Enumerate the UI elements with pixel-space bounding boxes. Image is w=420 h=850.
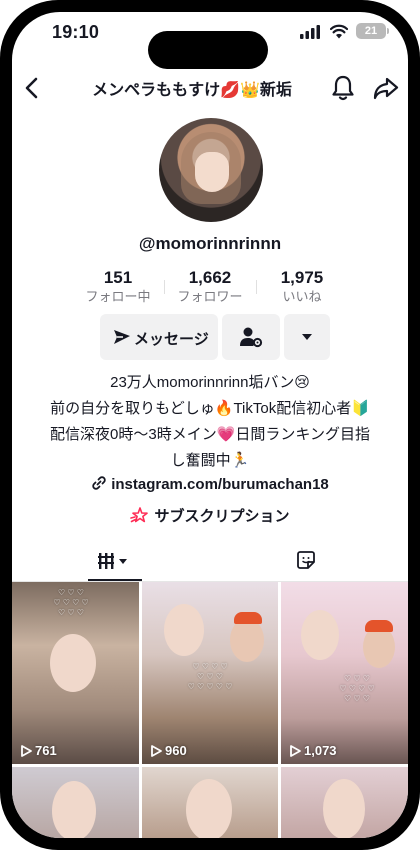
wifi-icon	[330, 24, 348, 39]
video-grid: ♡ ♡ ♡ ♡ ♡ ♡ ♡ ♡ ♡ ♡ 761 ♡ ♡ ♡ ♡ ♡ ♡ ♡ ♡ ♡ ♡ …	[12, 582, 408, 838]
cellular-signal-icon	[300, 25, 320, 39]
play-icon	[151, 745, 162, 757]
friend-settings-button[interactable]	[222, 314, 280, 360]
profile-bio: 23万人momorinnrinn垢バン😢 前の自分を取りもどしゅ🔥TikTok配…	[32, 370, 388, 474]
view-count: 1,073	[289, 743, 337, 758]
profile-link-text: instagram.com/burumachan18	[111, 476, 329, 493]
stat-following[interactable]: 151 フォロー中	[72, 268, 164, 306]
video-thumbnail[interactable]	[142, 767, 278, 838]
stat-followers[interactable]: 1,662 フォロワー	[164, 268, 256, 306]
repost-icon[interactable]	[294, 548, 318, 572]
thumbnail-face	[164, 604, 204, 656]
view-count-value: 960	[165, 743, 187, 758]
thumbnail-face	[301, 610, 339, 660]
user-settings-icon	[240, 327, 263, 348]
thumbnail-caption-overlay: ♡ ♡ ♡ ♡ ♡ ♡ ♡ ♡ ♡ ♡	[339, 674, 375, 703]
view-count-value: 1,073	[304, 743, 337, 758]
link-icon	[92, 476, 106, 490]
view-count-value: 761	[35, 743, 57, 758]
subscription-star-icon	[130, 507, 149, 523]
message-button-label: メッセージ	[134, 331, 209, 348]
bell-icon[interactable]	[330, 74, 356, 102]
thumbnail-caption-overlay: ♡ ♡ ♡ ♡ ♡ ♡ ♡ ♡ ♡ ♡ ♡ ♡	[187, 662, 233, 691]
thumbnail-face	[186, 779, 232, 838]
stat-value: 151	[103, 268, 133, 287]
thumbnail-face	[52, 781, 96, 838]
stat-label: いいね	[282, 289, 322, 304]
thumbnail-cap	[234, 612, 262, 624]
play-icon	[21, 745, 32, 757]
active-tab-indicator	[88, 579, 142, 581]
bio-line: 配信深夜0時〜3時メイン💗日間ランキング目指	[50, 426, 370, 443]
dynamic-island	[148, 31, 268, 69]
profile-link[interactable]: instagram.com/burumachan18	[12, 475, 408, 493]
subscription-label: サブスクリプション	[154, 508, 290, 525]
share-arrow-icon[interactable]	[372, 74, 400, 102]
subscription-link[interactable]: サブスクリプション	[12, 505, 408, 526]
username: @momorinnrinnn	[138, 234, 282, 253]
caret-down-icon	[302, 334, 312, 340]
status-bar: 19:10 21	[12, 12, 408, 69]
page-title: メンペラももすけ💋👑新垢	[92, 82, 292, 99]
bio-line: し奮闘中🏃	[170, 452, 250, 469]
video-thumbnail[interactable]: ♡ ♡ ♡ ♡ ♡ ♡ ♡ ♡ ♡ ♡ 761	[12, 582, 139, 764]
bio-line: 前の自分を取りもどしゅ🔥TikTok配信初心者🔰	[50, 400, 370, 417]
video-thumbnail[interactable]	[12, 767, 139, 838]
video-thumbnail[interactable]: ♡ ♡ ♡ ♡ ♡ ♡ ♡ ♡ ♡ ♡ 1,073	[281, 582, 408, 764]
thumbnail-face	[50, 634, 96, 692]
bio-line: 23万人momorinnrinn垢バン😢	[110, 374, 310, 391]
status-time: 19:10	[52, 22, 100, 42]
phone-frame: 19:10 21 メンペラももすけ💋👑新垢 @momorinnrinnn 151…	[0, 0, 420, 850]
videos-grid-icon	[98, 553, 127, 569]
thumbnail-caption-overlay: ♡ ♡ ♡ ♡ ♡ ♡ ♡ ♡ ♡ ♡	[53, 588, 89, 617]
stat-label: フォロー中	[85, 289, 151, 304]
profile-avatar[interactable]	[159, 118, 263, 222]
message-button[interactable]: メッセージ	[100, 314, 218, 360]
thumbnail-face	[363, 626, 395, 668]
more-options-button[interactable]	[284, 314, 330, 360]
avatar-face	[195, 152, 229, 192]
back-arrow-icon[interactable]	[18, 74, 46, 102]
tab-videos[interactable]	[90, 548, 138, 574]
battery-indicator: 21	[356, 23, 389, 39]
thumbnail-cap	[365, 620, 393, 632]
play-icon	[290, 745, 301, 757]
thumbnail-face	[323, 779, 365, 838]
thumbnail-face	[230, 618, 264, 662]
profile-header: メンペラももすけ💋👑新垢	[12, 70, 408, 106]
screen: 19:10 21 メンペラももすけ💋👑新垢 @momorinnrinnn 151…	[12, 12, 408, 838]
profile-stats: 151 フォロー中 1,662 フォロワー 1,975 いいね	[72, 268, 348, 308]
stat-value: 1,662	[188, 268, 232, 287]
stat-likes[interactable]: 1,975 いいね	[256, 268, 348, 306]
send-icon	[114, 330, 130, 344]
stat-value: 1,975	[280, 268, 324, 287]
view-count: 960	[150, 743, 187, 758]
stat-label: フォロワー	[177, 289, 243, 304]
video-thumbnail[interactable]	[281, 767, 408, 838]
profile-tabs	[12, 540, 408, 582]
video-thumbnail[interactable]: ♡ ♡ ♡ ♡ ♡ ♡ ♡ ♡ ♡ ♡ ♡ ♡ 960	[142, 582, 278, 764]
view-count: 761	[20, 743, 57, 758]
